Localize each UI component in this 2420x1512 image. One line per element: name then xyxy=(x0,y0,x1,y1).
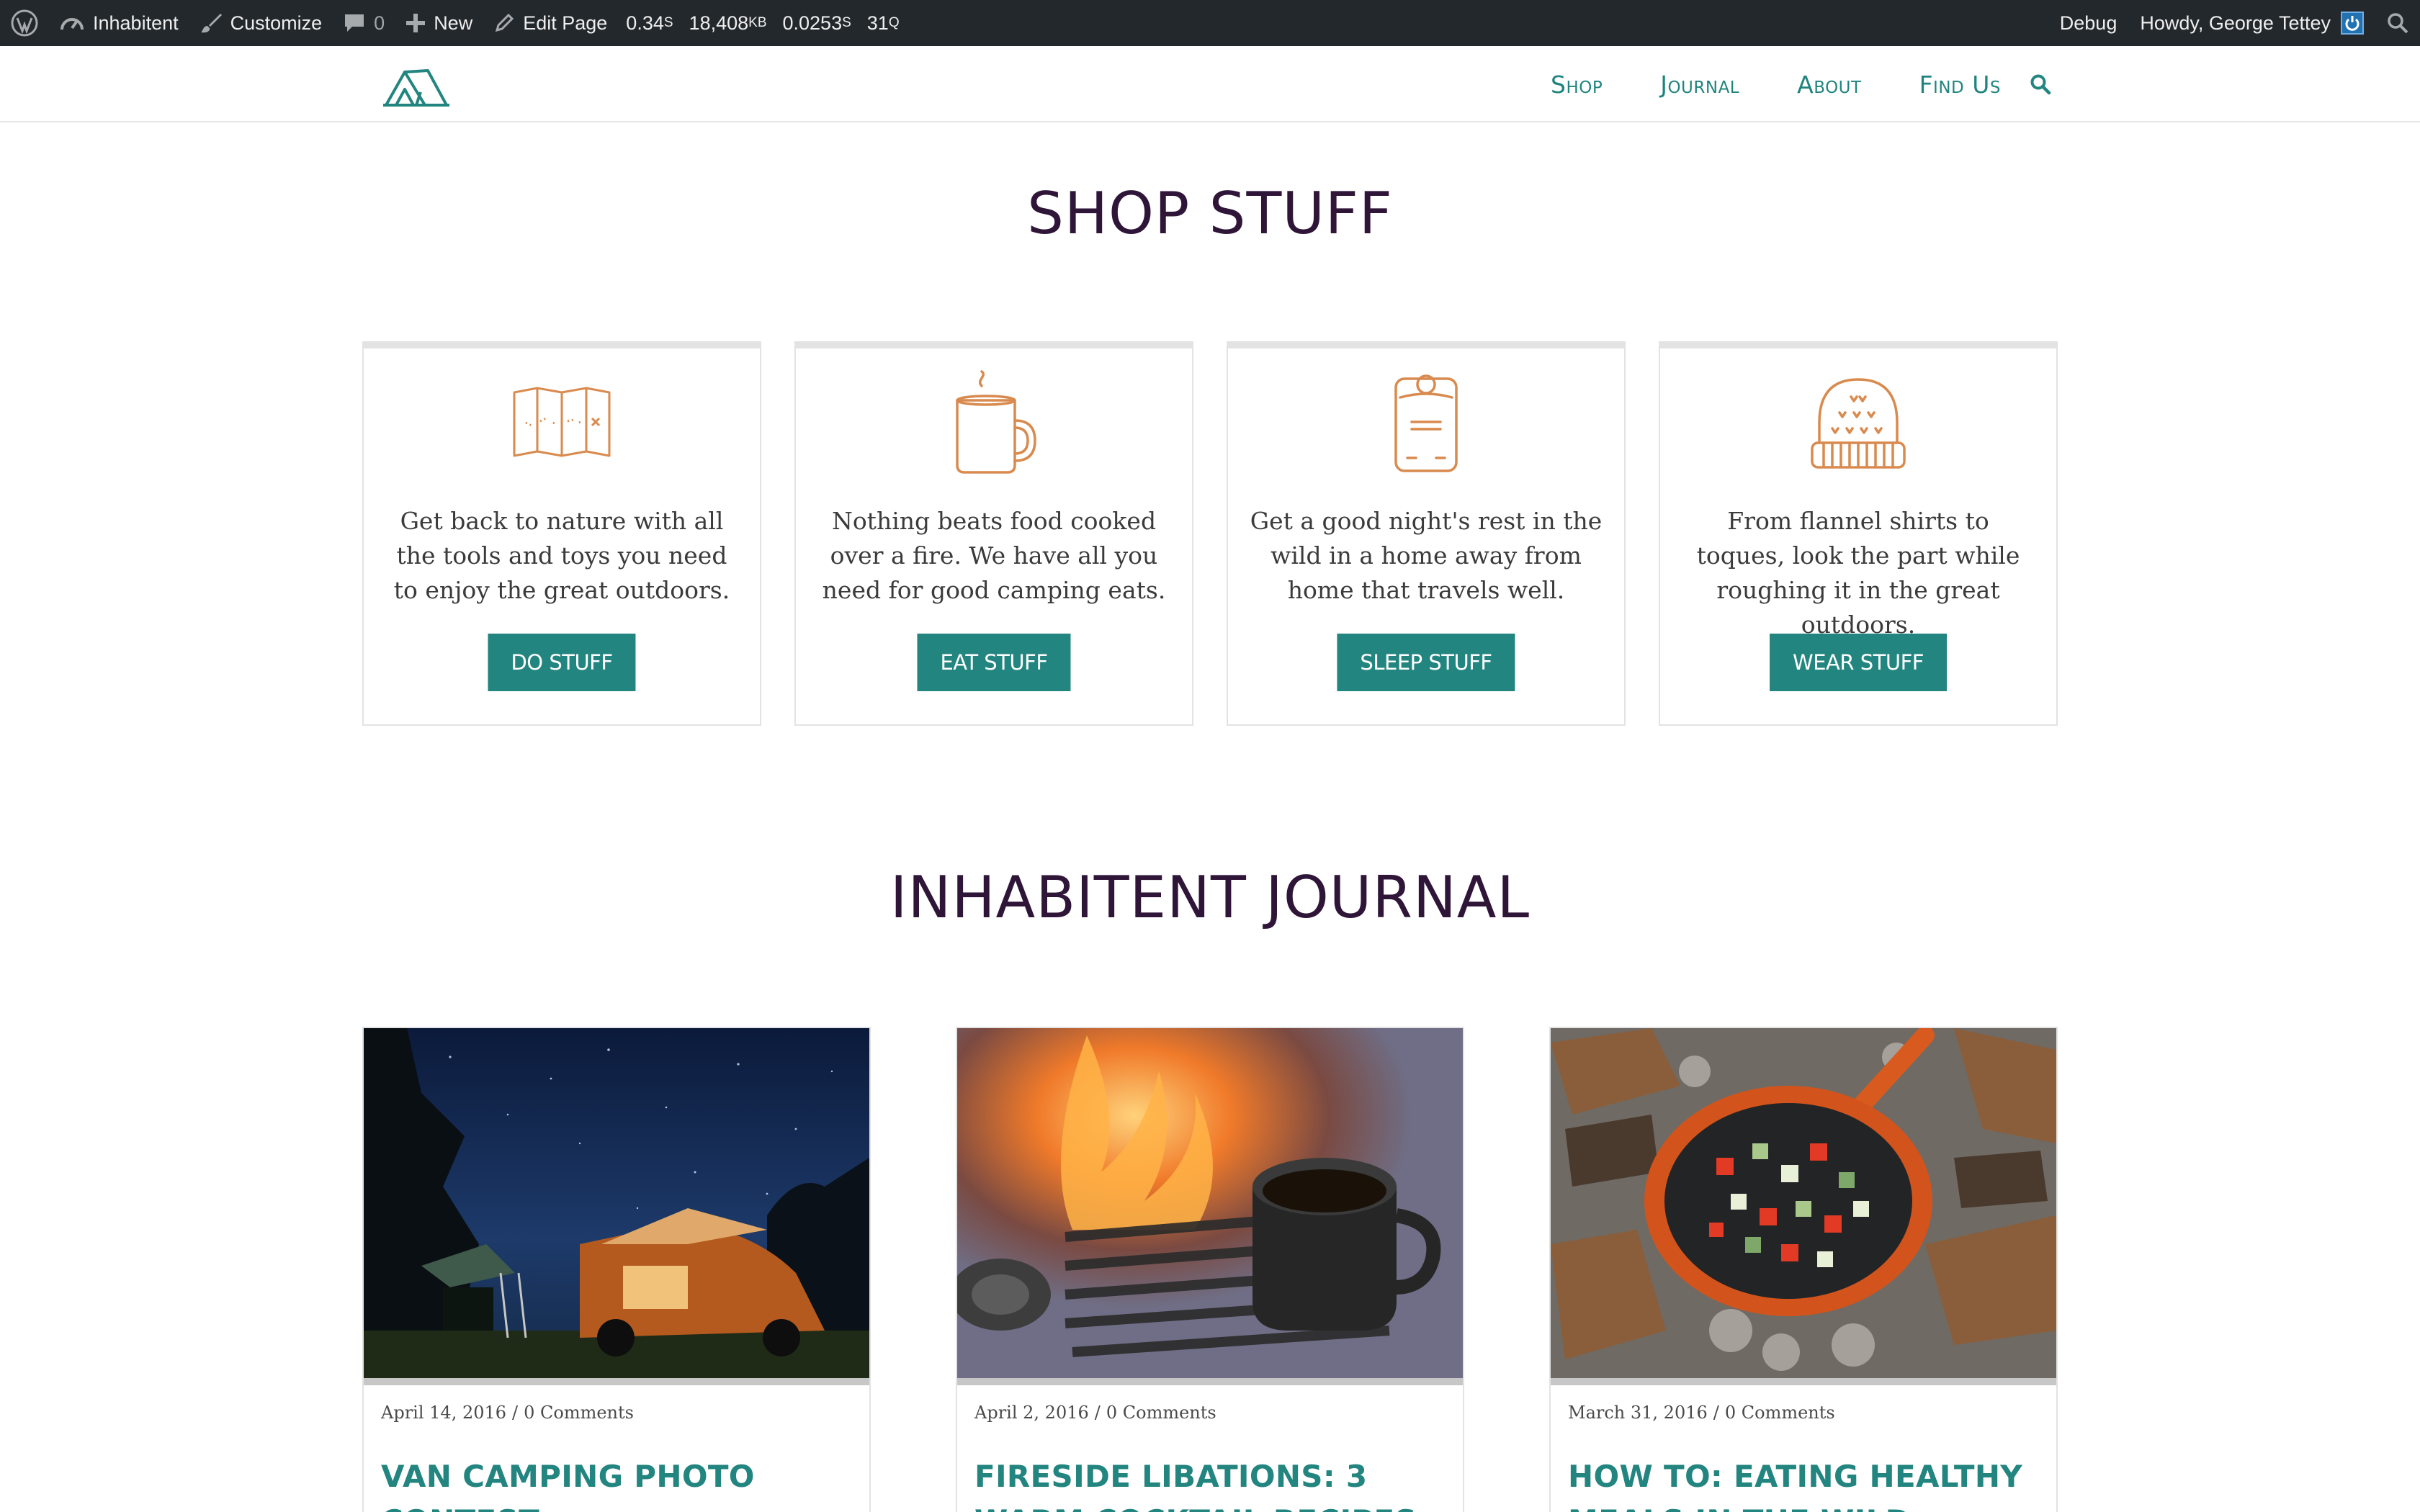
query-monitor-queries[interactable]: 31 q xyxy=(859,0,908,46)
nav-about[interactable]: About xyxy=(1797,71,1861,99)
main-navigation: Shop Journal About Find Us xyxy=(1551,46,2051,122)
meta-separator: / xyxy=(512,1403,519,1423)
shop-section-heading: SHOP STUFF xyxy=(1027,180,1393,247)
van-camping-photo xyxy=(364,1028,869,1378)
meta-separator: / xyxy=(1094,1403,1101,1423)
post-comments-link[interactable]: 0 Comments xyxy=(524,1403,634,1423)
greeting-label: Howdy, George Tettey xyxy=(2140,12,2331,34)
post-meta: April 14, 2016/0 Comments xyxy=(381,1403,634,1423)
map-icon xyxy=(504,369,619,477)
post-meta: April 2, 2016/0 Comments xyxy=(974,1403,1216,1423)
shop-categories: Get back to nature with all the tools an… xyxy=(362,341,2058,726)
toque-icon xyxy=(1801,369,1916,477)
sleep-stuff-button[interactable]: SLEEP STUFF xyxy=(1337,634,1515,691)
stat-time-unit: s xyxy=(663,15,673,30)
post-title-link[interactable]: Fireside Libations: 3 Warm Cocktail Reci… xyxy=(974,1454,1446,1512)
shop-card-description: From flannel shirts to toques, look the … xyxy=(1696,507,2020,639)
stat-queries-unit: q xyxy=(888,15,900,30)
shop-card-description: Get back to nature with all the tools an… xyxy=(393,507,730,604)
post-date: April 14, 2016 xyxy=(381,1403,507,1423)
post-thumbnail-fireside-libations[interactable] xyxy=(957,1028,1463,1385)
account-menu[interactable]: Howdy, George Tettey xyxy=(2128,0,2375,46)
nav-shop[interactable]: Shop xyxy=(1551,71,1603,99)
comments-count: 0 xyxy=(374,12,385,34)
paintbrush-icon xyxy=(200,14,222,33)
meta-separator: / xyxy=(1713,1403,1719,1423)
tent-logo-icon xyxy=(383,69,449,107)
nav-journal[interactable]: Journal xyxy=(1660,71,1739,99)
site-name-menu[interactable]: Inhabitent xyxy=(49,0,189,46)
post-comments-link[interactable]: 0 Comments xyxy=(1106,1403,1216,1423)
post-card: April 14, 2016/0 Comments Van Camping Ph… xyxy=(362,1027,871,1512)
comments-button[interactable]: 0 xyxy=(333,0,395,46)
query-monitor-time[interactable]: 0.34 s xyxy=(618,0,681,46)
shop-card-description: Get a good night's rest in the wild in a… xyxy=(1250,507,1603,604)
post-title-link[interactable]: Van Camping Photo Contest xyxy=(381,1454,852,1512)
post-meta: March 31, 2016/ 0 Comments xyxy=(1568,1403,1835,1423)
debug-label: Debug xyxy=(2059,12,2118,34)
customize-label: Customize xyxy=(230,12,323,34)
customize-button[interactable]: Customize xyxy=(189,0,333,46)
wordpress-icon xyxy=(11,9,38,37)
pencil-icon xyxy=(496,13,514,32)
edit-page-button[interactable]: Edit Page xyxy=(483,0,618,46)
post-title-link[interactable]: How To: Eating Healthy Meals in the Wild xyxy=(1568,1454,2039,1512)
skillet-campfire-photo xyxy=(1551,1028,2056,1378)
query-monitor-memory[interactable]: 18,408 kb xyxy=(681,0,775,46)
wear-stuff-button[interactable]: WEAR STUFF xyxy=(1770,634,1947,691)
sleeping-bag-icon xyxy=(1368,369,1484,477)
comment-bubble-icon xyxy=(345,14,364,32)
post-thumbnail-eating-healthy[interactable] xyxy=(1551,1028,2056,1385)
admin-bar: Inhabitent Customize 0 New Edit Page 0.3… xyxy=(0,0,2420,46)
eat-stuff-button[interactable]: EAT STUFF xyxy=(917,634,1071,691)
shop-card-wear: From flannel shirts to toques, look the … xyxy=(1659,341,2058,726)
mug-icon xyxy=(936,369,1052,477)
site-name-label: Inhabitent xyxy=(93,12,179,34)
search-icon xyxy=(2388,13,2408,34)
journal-section-heading: INHABITENT JOURNAL xyxy=(889,864,1531,931)
avatar xyxy=(2341,12,2364,35)
plus-icon xyxy=(406,14,426,32)
debug-button[interactable]: Debug xyxy=(2048,0,2129,46)
edit-page-label: Edit Page xyxy=(523,12,608,34)
power-icon xyxy=(2345,16,2360,31)
stat-db-time-value: 0.0253 xyxy=(782,12,843,34)
admin-search-button[interactable] xyxy=(2375,0,2420,46)
shop-card-eat: Nothing beats food cooked over a fire. W… xyxy=(794,341,1193,726)
stat-db-time-unit: s xyxy=(842,15,851,30)
post-date: March 31, 2016 xyxy=(1568,1403,1708,1423)
admin-bar-left: Inhabitent Customize 0 New Edit Page 0.3… xyxy=(0,0,908,46)
fireside-mug-photo xyxy=(957,1028,1463,1378)
post-thumbnail-van-camping[interactable] xyxy=(364,1028,869,1385)
new-label: New xyxy=(434,12,473,34)
wordpress-logo-button[interactable] xyxy=(0,0,49,46)
nav-find-us[interactable]: Find Us xyxy=(1919,71,2001,99)
new-content-button[interactable]: New xyxy=(395,0,483,46)
journal-posts: April 14, 2016/0 Comments Van Camping Ph… xyxy=(362,1027,2058,1512)
shop-card-do: Get back to nature with all the tools an… xyxy=(362,341,761,726)
query-monitor-db-time[interactable]: 0.0253 s xyxy=(775,0,859,46)
stat-memory-unit: kb xyxy=(748,15,767,30)
admin-bar-right: Debug Howdy, George Tettey xyxy=(2048,0,2420,46)
site-search-button[interactable] xyxy=(2030,73,2051,95)
shop-card-description: Nothing beats food cooked over a fire. W… xyxy=(822,507,1166,604)
stat-queries-value: 31 xyxy=(866,12,889,34)
dashboard-gauge-icon xyxy=(60,18,84,30)
search-icon xyxy=(2030,74,2051,95)
post-card: April 2, 2016/0 Comments Fireside Libati… xyxy=(956,1027,1464,1512)
post-date: April 2, 2016 xyxy=(974,1403,1089,1423)
post-comments-link[interactable]: 0 Comments xyxy=(1725,1403,1835,1423)
stat-time-value: 0.34 xyxy=(626,12,664,34)
do-stuff-button[interactable]: DO STUFF xyxy=(488,634,636,691)
stat-memory-value: 18,408 xyxy=(689,12,749,34)
site-logo[interactable] xyxy=(380,60,452,109)
post-card: March 31, 2016/ 0 Comments How To: Eating… xyxy=(1549,1027,2058,1512)
shop-card-sleep: Get a good night's rest in the wild in a… xyxy=(1227,341,1626,726)
site-header: Shop Journal About Find Us xyxy=(0,46,2420,122)
